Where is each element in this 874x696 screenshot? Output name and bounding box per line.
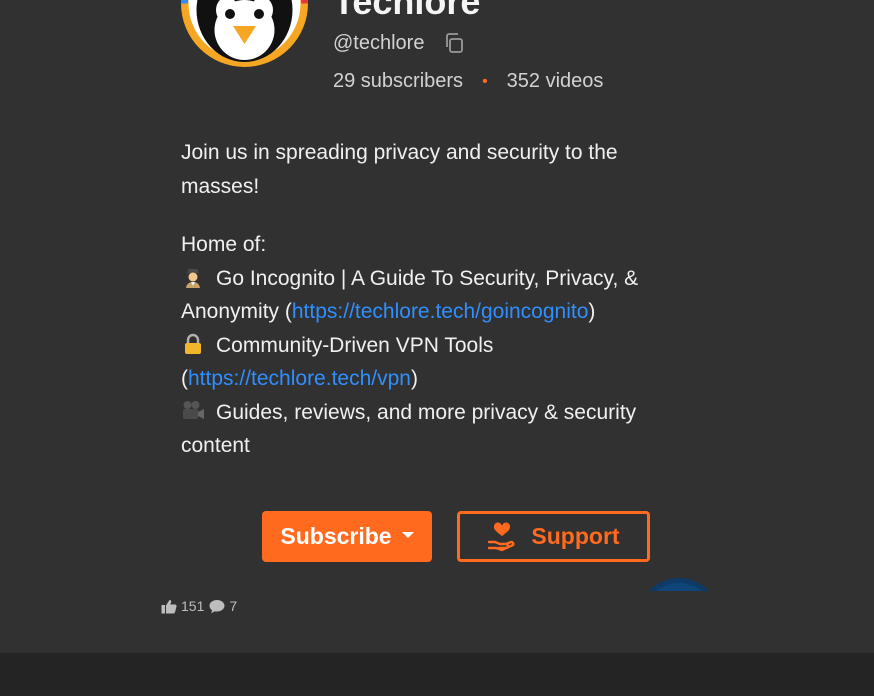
chevron-down-icon (401, 531, 414, 538)
video-count: 352 videos (506, 70, 604, 92)
detective-icon (185, 268, 201, 288)
description-item: Community-Driven VPN Tools (https://techl… (181, 333, 494, 390)
subscribe-label: Subscribe (280, 523, 392, 549)
channel-stats: 29 subscribers • 352 videos (333, 70, 603, 93)
description-home-heading: Home of: (181, 233, 267, 256)
page-footer-band (0, 653, 874, 696)
next-item-avatar (649, 578, 709, 591)
support-label: Support (531, 523, 620, 549)
hand-heart-icon (488, 521, 515, 551)
comment-count: 7 (229, 598, 238, 614)
vpn-link[interactable]: https://techlore.tech/vpn (188, 367, 411, 390)
post-meta: 151 7 (161, 598, 242, 614)
description-item: Guides, reviews, and more privacy & secu… (181, 400, 637, 457)
movie-camera-icon (183, 400, 204, 419)
comment-icon[interactable] (209, 599, 225, 614)
thumbs-up-icon[interactable] (161, 599, 177, 614)
description-tagline: Join us in spreading privacy and securit… (181, 141, 618, 198)
support-button[interactable]: Support (457, 511, 650, 562)
channel-name: Techlore (333, 0, 481, 22)
subscribe-button[interactable]: Subscribe (262, 511, 432, 562)
channel-handle: @techlore (333, 31, 425, 54)
lock-icon (185, 333, 201, 354)
channel-avatar[interactable] (181, 0, 308, 67)
handle-row: @techlore (333, 31, 466, 55)
stats-separator: • (482, 72, 488, 90)
channel-description: Join us in spreading privacy and securit… (181, 136, 681, 463)
description-item: Go Incognito | A Guide To Security, Priv… (181, 266, 639, 324)
like-count: 151 (181, 598, 205, 614)
goincognito-link[interactable]: https://techlore.tech/goincognito (292, 300, 589, 323)
copy-icon[interactable] (442, 31, 466, 55)
subscriber-count: 29 subscribers (333, 70, 464, 92)
